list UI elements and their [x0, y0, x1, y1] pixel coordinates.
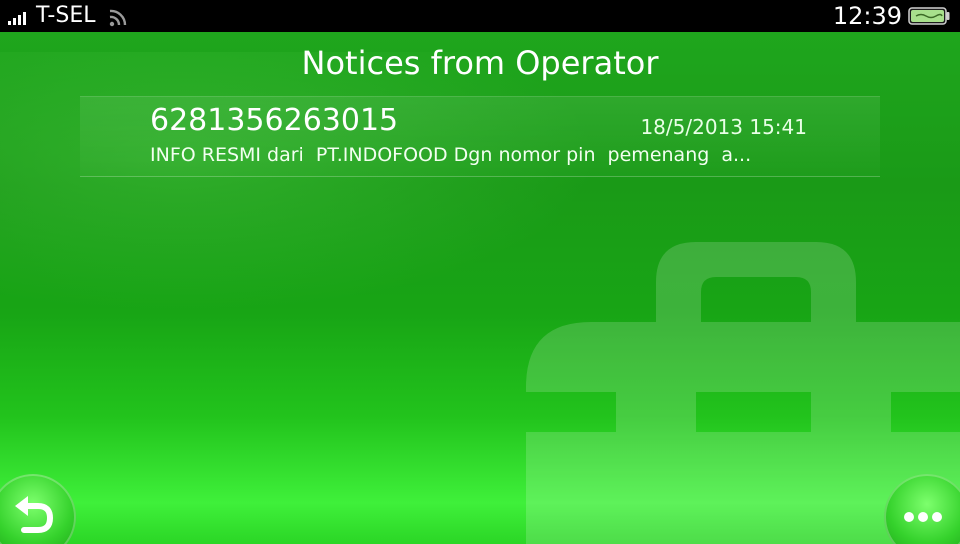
wifi-icon	[109, 9, 127, 27]
status-bar: T-SEL 12:39	[0, 0, 960, 32]
options-button[interactable]	[884, 474, 960, 544]
signal-bars-icon	[8, 9, 30, 25]
battery-icon	[908, 7, 950, 25]
message-timestamp: 18/5/2013 15:41	[640, 115, 807, 139]
more-options-icon	[904, 512, 942, 522]
background-glow	[0, 52, 600, 312]
back-arrow-icon	[15, 496, 54, 533]
message-sender: 6281356263015	[150, 103, 399, 138]
clock: 12:39	[832, 2, 902, 30]
message-list-item[interactable]: 6281356263015 18/5/2013 15:41 INFO RESMI…	[80, 96, 880, 177]
carrier-name: T-SEL	[36, 3, 96, 28]
notices-screen: Notices from Operator 6281356263015 18/5…	[0, 32, 960, 544]
back-button[interactable]	[0, 474, 76, 544]
page-title: Notices from Operator	[301, 44, 659, 82]
message-preview: INFO RESMI dari PT.INDOFOOD Dgn nomor pi…	[150, 144, 752, 166]
